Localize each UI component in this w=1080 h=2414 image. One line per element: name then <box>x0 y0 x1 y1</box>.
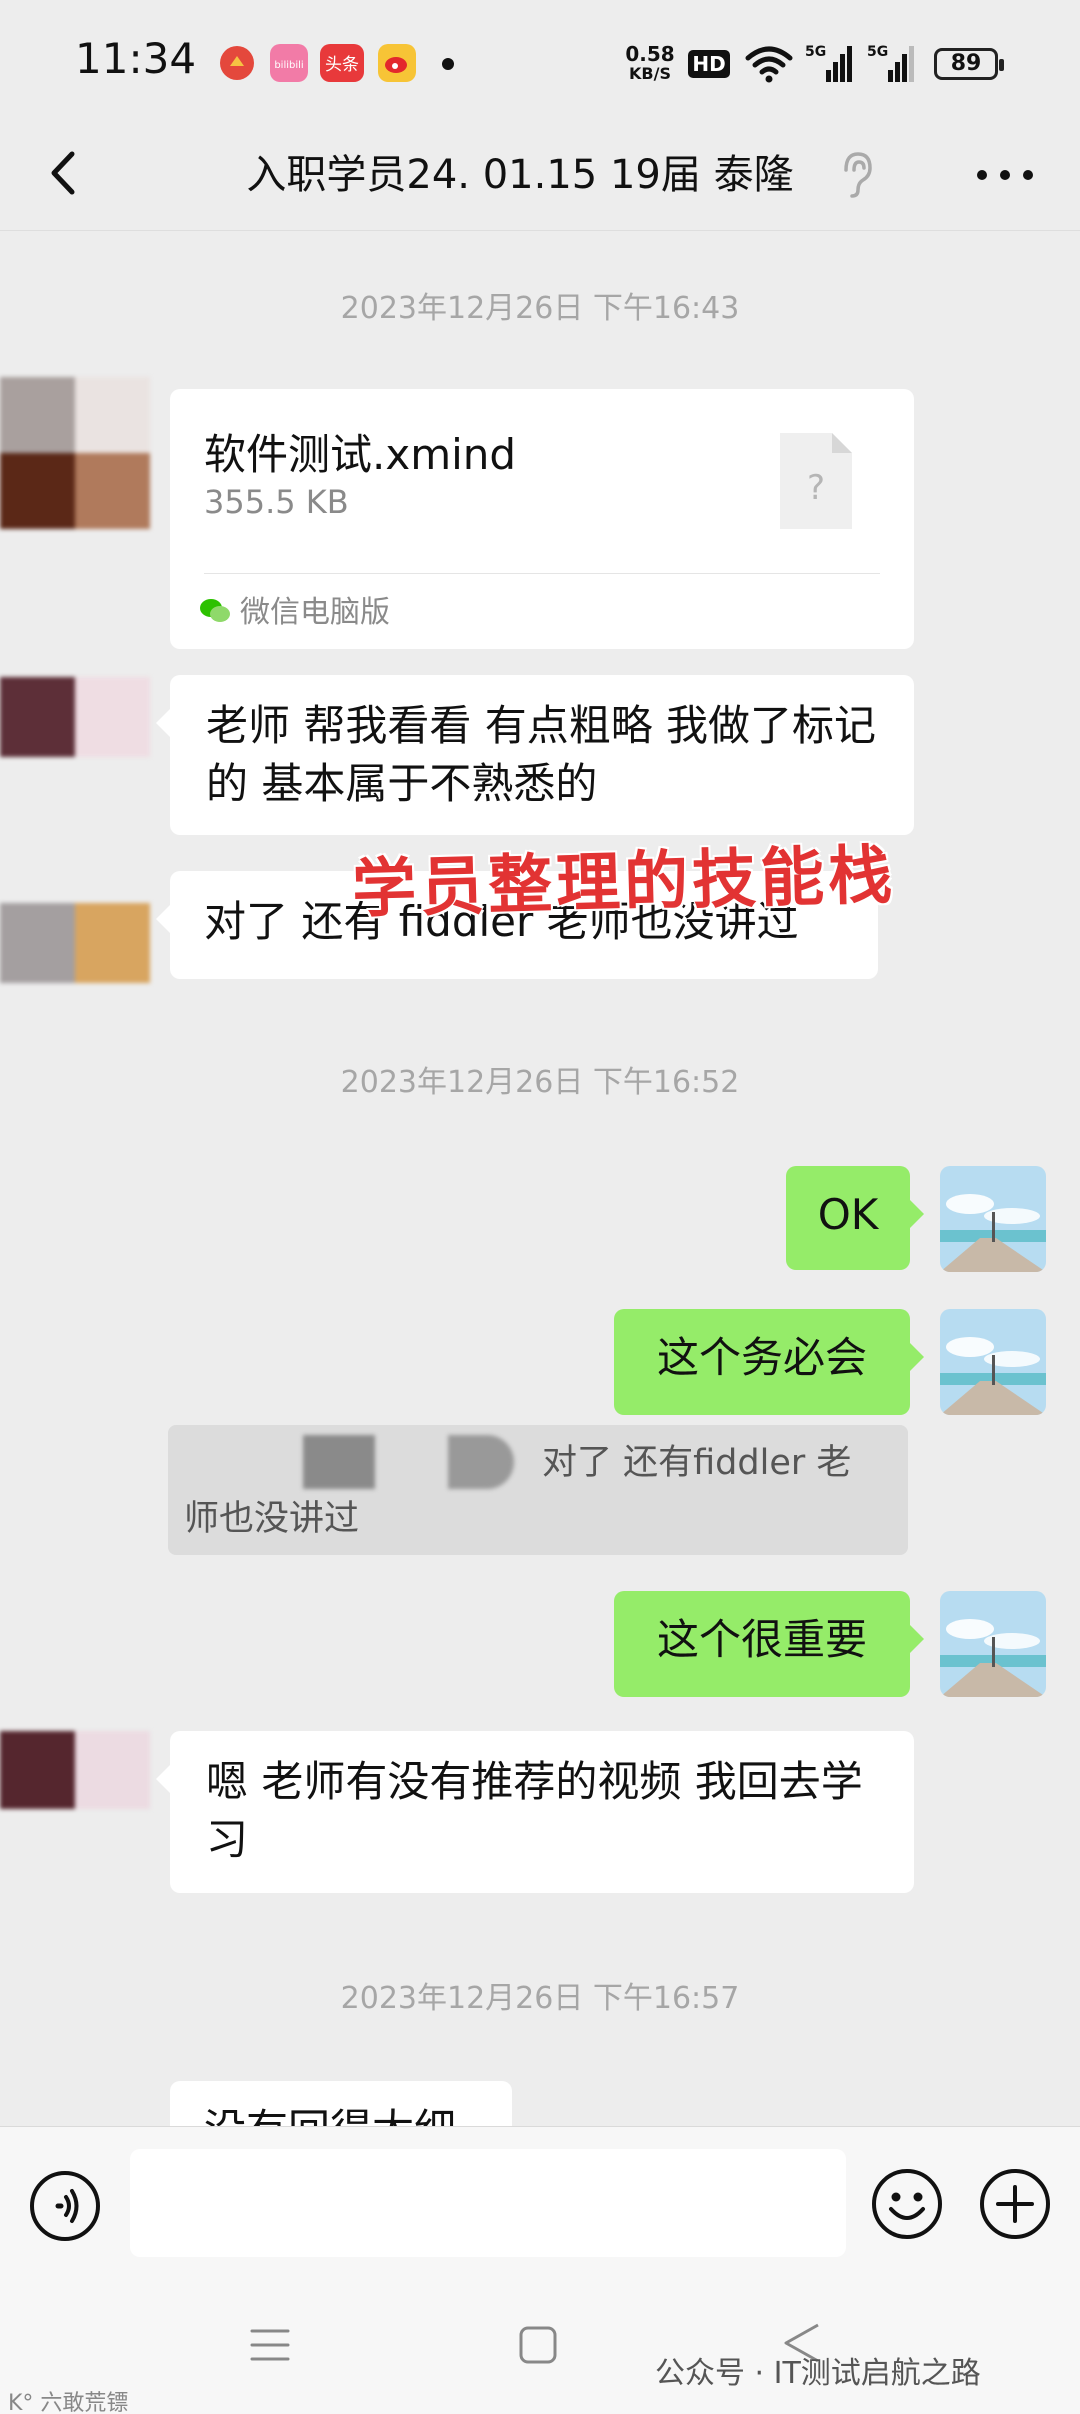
overlay-caption: 学员整理的技能栈 <box>351 837 898 928</box>
quoted-message[interactable]: 对了 还有fiddler 老 师也没讲过 <box>168 1425 908 1555</box>
file-message-card[interactable]: 软件测试.xmind 355.5 KB ? 微信电脑版 <box>170 389 914 649</box>
app-red-icon <box>220 46 254 80</box>
message-bubble-incoming[interactable]: 嗯 老师有没有推荐的视频 我回去学习 <box>156 1731 914 1893</box>
user-avatar[interactable] <box>940 1591 1046 1697</box>
signal-1-label: 5G <box>805 44 826 60</box>
file-name: 软件测试.xmind <box>204 430 517 479</box>
network-speed: 0.58 KB/S <box>622 44 678 84</box>
bilibili-icon-text: bilibili <box>274 60 303 71</box>
home-icon[interactable] <box>516 2323 560 2367</box>
message-input-bar <box>0 2126 1080 2282</box>
chat-title: 入职学员24. 01.15 19届 泰隆 <box>246 152 794 198</box>
message-text-input[interactable] <box>130 2149 846 2257</box>
toutiao-icon-text: 头条 <box>325 55 359 75</box>
notification-dot <box>442 58 454 70</box>
quote-text-line-2: 师也没讲过 <box>184 1499 360 1539</box>
sender-avatar[interactable] <box>0 377 150 529</box>
sender-avatar[interactable] <box>0 903 150 983</box>
user-avatar[interactable] <box>940 1309 1046 1415</box>
wifi-icon <box>745 46 793 83</box>
signal-icon-2: 5G <box>867 44 914 82</box>
chat-header: 入职学员24. 01.15 19届 泰隆 <box>0 120 1080 231</box>
voice-input-icon[interactable] <box>28 2169 102 2243</box>
network-speed-unit: KB/S <box>629 64 671 83</box>
signal-2-label: 5G <box>867 44 888 60</box>
watermark-corner: K° 六敢荒镖 <box>8 2391 129 2414</box>
message-bubble-outgoing[interactable]: 这个务必会 <box>614 1309 924 1415</box>
network-speed-value: 0.58 <box>625 42 675 66</box>
unknown-file-icon: ? <box>780 433 852 529</box>
message-bubble-outgoing[interactable]: OK <box>786 1166 924 1270</box>
chat-screen: 11:34 bilibili 头条 0.58 KB/S HD 5G 5G 89 … <box>0 0 1080 2414</box>
message-bubble-incoming[interactable]: 没有回得太细 <box>170 2081 512 2126</box>
redacted-name <box>303 1435 375 1489</box>
user-avatar[interactable] <box>940 1166 1046 1272</box>
message-bubble-outgoing[interactable]: 这个很重要 <box>614 1591 924 1697</box>
bilibili-icon: bilibili <box>270 44 308 82</box>
file-icon-glyph: ? <box>807 468 825 508</box>
menu-icon[interactable] <box>248 2323 292 2367</box>
timestamp-1: 2023年12月26日 下午16:43 <box>340 291 740 326</box>
file-source: 微信电脑版 <box>240 595 390 630</box>
message-bubble-incoming[interactable]: 老师 帮我看看 有点粗略 我做了标记的 基本属于不熟悉的 <box>156 675 914 835</box>
ear-icon[interactable] <box>832 140 882 210</box>
sender-avatar[interactable] <box>0 677 150 757</box>
chat-message-list[interactable]: 2023年12月26日 下午16:43 软件测试.xmind 355.5 KB … <box>0 231 1080 2126</box>
file-size: 355.5 KB <box>204 483 349 521</box>
timestamp-3: 2023年12月26日 下午16:57 <box>340 1981 740 2016</box>
status-time: 11:34 <box>75 34 197 83</box>
file-card-divider <box>204 573 880 574</box>
wechat-icon <box>200 599 230 622</box>
battery-indicator: 89 <box>934 48 1004 80</box>
redacted-name <box>448 1435 514 1489</box>
timestamp-2: 2023年12月26日 下午16:52 <box>340 1065 740 1100</box>
signal-icon-1: 5G <box>805 44 852 82</box>
back-arrow-icon[interactable] <box>30 138 100 208</box>
hd-badge: HD <box>688 50 730 78</box>
sender-avatar[interactable] <box>0 1731 150 1809</box>
toutiao-icon: 头条 <box>320 44 364 82</box>
emoji-icon[interactable] <box>870 2167 944 2241</box>
watermark-official-account: 公众号 · IT测试启航之路 <box>655 2356 981 2391</box>
more-options-icon[interactable] <box>960 140 1050 210</box>
status-bar: 11:34 bilibili 头条 0.58 KB/S HD 5G 5G 89 <box>0 0 1080 120</box>
plus-icon[interactable] <box>978 2167 1052 2241</box>
weibo-icon <box>378 44 416 82</box>
quote-text-line-1: 对了 还有fiddler 老 <box>542 1443 852 1483</box>
